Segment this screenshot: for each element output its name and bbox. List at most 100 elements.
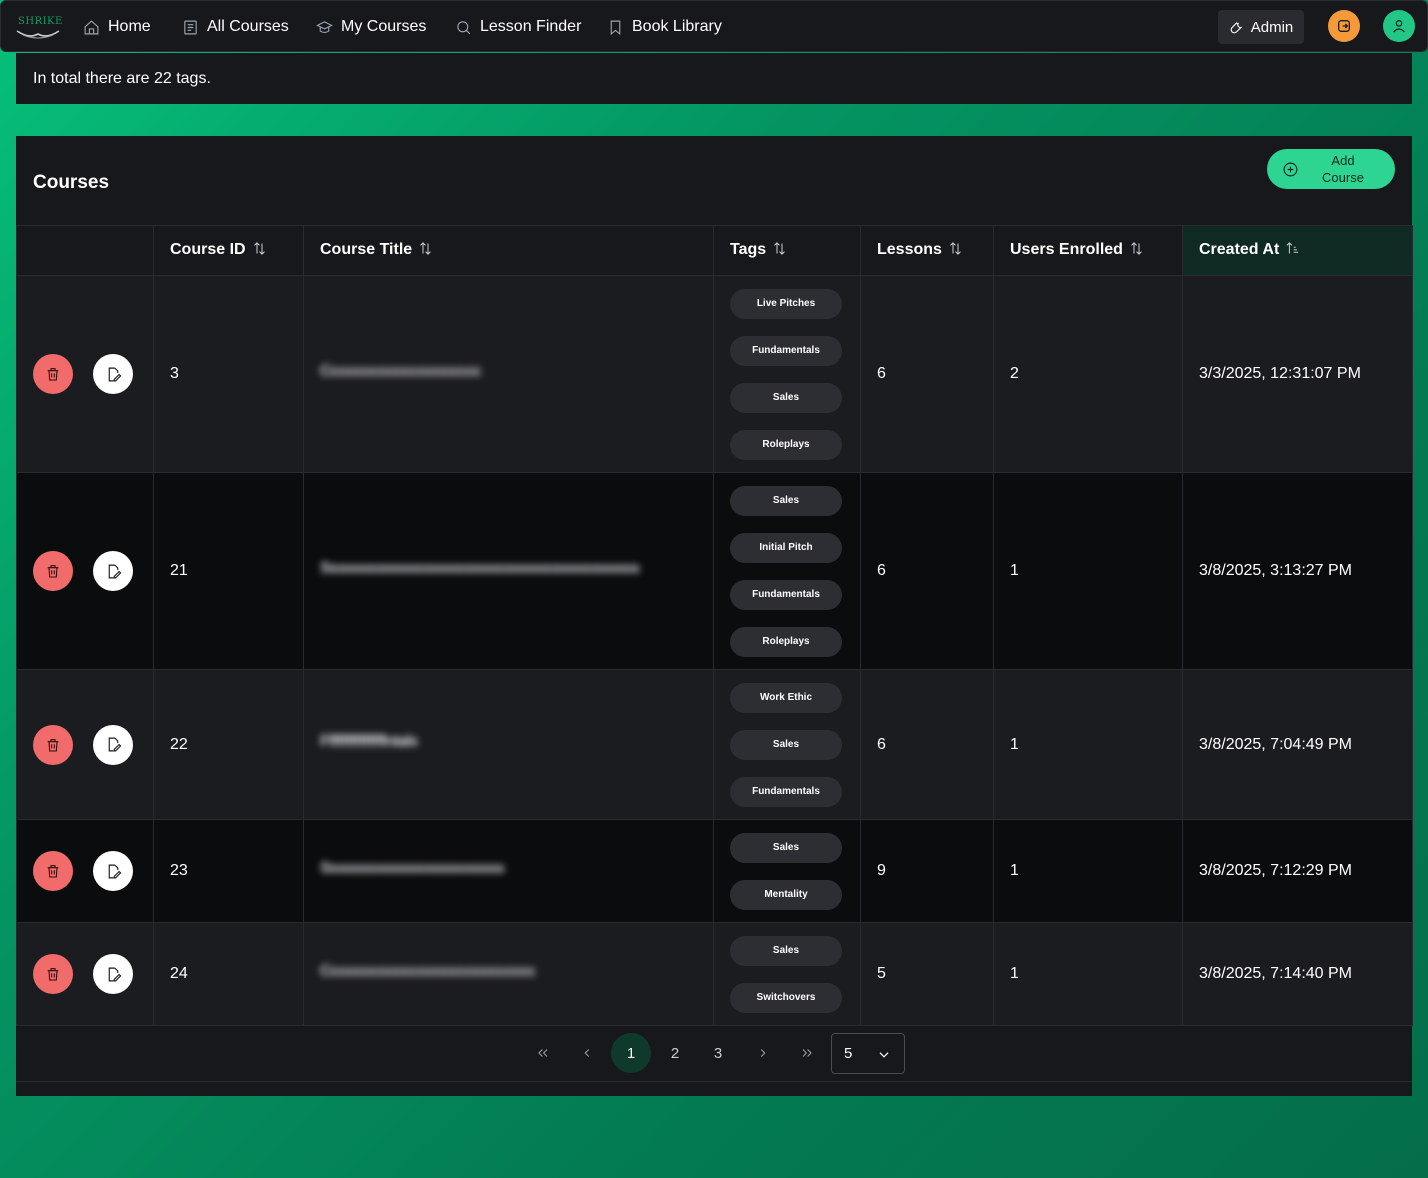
header-course-id[interactable]: Course ID bbox=[153, 225, 304, 276]
add-course-label: Add Course bbox=[1322, 153, 1364, 185]
delete-course-button[interactable] bbox=[33, 724, 73, 765]
logout-icon bbox=[1338, 20, 1350, 32]
course-title[interactable]: Ffffffffffffffntals bbox=[320, 733, 455, 751]
lessons-cell: 9 bbox=[860, 819, 994, 923]
edit-course-button[interactable] bbox=[93, 354, 133, 394]
tag-chip[interactable]: Live Pitches bbox=[730, 288, 842, 319]
course-title[interactable]: Ccccccccccccccccccccccccccccccood bbox=[320, 963, 535, 981]
trash-icon bbox=[47, 865, 59, 878]
course-title-cell: Ccccccccccccccccccccccccccccccood bbox=[303, 922, 714, 1026]
nav-book-library-label: Book Library bbox=[632, 18, 722, 35]
course-id-cell: 23 bbox=[153, 819, 304, 923]
edit-course-button[interactable] bbox=[93, 724, 133, 765]
course-title[interactable]: Ssssssssssssssssssssssssssssssssssssssss… bbox=[320, 560, 640, 578]
tag-chip[interactable]: Fundamentals bbox=[730, 776, 842, 807]
row-actions bbox=[16, 472, 154, 670]
header-course-title-label: Course Title bbox=[320, 240, 413, 258]
nav-my-courses-label: My Courses bbox=[341, 18, 427, 35]
bookmark-icon bbox=[610, 20, 621, 35]
graduation-cap-icon bbox=[316, 20, 333, 33]
tag-chip[interactable]: Sales bbox=[730, 729, 842, 760]
lessons-cell: 5 bbox=[860, 922, 994, 1026]
delete-course-button[interactable] bbox=[33, 851, 73, 891]
courses-card: Courses Add Course Course ID Course Titl… bbox=[16, 136, 1413, 1096]
delete-course-button[interactable] bbox=[33, 551, 73, 591]
nav-book-library[interactable]: Book Library bbox=[607, 1, 722, 53]
course-id-cell: 3 bbox=[153, 275, 304, 473]
edit-icon bbox=[108, 737, 121, 752]
sort-ascending-icon[interactable] bbox=[1285, 241, 1300, 261]
course-title[interactable]: Cccccccccccccccccccc bbox=[320, 363, 490, 381]
row-actions bbox=[16, 669, 154, 820]
sort-icon[interactable] bbox=[1129, 241, 1144, 261]
sort-icon[interactable] bbox=[772, 241, 787, 261]
profile-button[interactable] bbox=[1383, 10, 1415, 42]
page-button-1[interactable]: 1 bbox=[611, 1033, 651, 1073]
prev-page-button[interactable] bbox=[567, 1033, 607, 1073]
shrike-logo[interactable]: SHRIKE bbox=[15, 13, 63, 41]
tag-chip[interactable]: Mentality bbox=[730, 879, 842, 910]
page-button-3[interactable]: 3 bbox=[698, 1033, 738, 1073]
edit-course-button[interactable] bbox=[93, 551, 133, 591]
edit-course-button[interactable] bbox=[93, 954, 133, 994]
course-title-cell: Cccccccccccccccccccc bbox=[303, 275, 714, 473]
tag-chip[interactable]: Sales bbox=[730, 485, 842, 516]
nav-my-courses[interactable]: My Courses bbox=[316, 1, 426, 53]
created-at-cell: 3/8/2025, 3:13:27 PM bbox=[1182, 472, 1413, 670]
tag-chip[interactable]: Sales bbox=[730, 935, 842, 966]
delete-course-button[interactable] bbox=[33, 354, 73, 394]
tag-chip[interactable]: Work Ethic bbox=[730, 682, 842, 713]
tag-chip[interactable]: Switchovers bbox=[730, 982, 842, 1013]
tag-chip[interactable]: Roleplays bbox=[730, 626, 842, 657]
next-page-button[interactable] bbox=[743, 1033, 783, 1073]
add-course-button[interactable]: Add Course bbox=[1267, 149, 1395, 189]
table-row: 21 Ssssssssssssssssssssssssssssssssssssss… bbox=[16, 472, 1413, 670]
tag-chip[interactable]: Roleplays bbox=[730, 429, 842, 460]
course-id-cell: 22 bbox=[153, 669, 304, 820]
tag-chip[interactable]: Fundamentals bbox=[730, 579, 842, 610]
course-tags-cell: Work Ethic Sales Fundamentals bbox=[713, 669, 861, 820]
nav-home-label: Home bbox=[108, 18, 151, 35]
home-icon bbox=[84, 19, 99, 34]
tag-chip[interactable]: Sales bbox=[730, 382, 842, 413]
table-row: 3 Cccccccccccccccccccc Live Pitches Fundame… bbox=[16, 275, 1413, 473]
nav-home[interactable]: Home bbox=[83, 1, 151, 53]
sort-icon[interactable] bbox=[252, 241, 267, 261]
header-users-enrolled[interactable]: Users Enrolled bbox=[993, 225, 1183, 276]
edit-icon bbox=[108, 564, 121, 578]
header-created-at[interactable]: Created At bbox=[1182, 225, 1413, 276]
course-title-cell: Ssssssssssssssssssssssssach bbox=[303, 819, 714, 923]
edit-course-button[interactable] bbox=[93, 851, 133, 891]
tag-chip[interactable]: Sales bbox=[730, 832, 842, 863]
chevron-left-icon bbox=[584, 1049, 590, 1057]
created-at-cell: 3/3/2025, 12:31:07 PM bbox=[1182, 275, 1413, 473]
sort-icon[interactable] bbox=[418, 241, 433, 261]
header-actions bbox=[16, 225, 154, 276]
page-button-2[interactable]: 2 bbox=[655, 1033, 695, 1073]
header-lessons[interactable]: Lessons bbox=[860, 225, 994, 276]
pagination: 1 2 3 5 bbox=[16, 1024, 1412, 1082]
logout-button[interactable] bbox=[1328, 10, 1360, 42]
course-title-cell: Ffffffffffffffntals bbox=[303, 669, 714, 820]
users-enrolled-cell: 1 bbox=[993, 669, 1183, 820]
users-enrolled-cell: 2 bbox=[993, 275, 1183, 473]
header-tags[interactable]: Tags bbox=[713, 225, 861, 276]
header-course-id-label: Course ID bbox=[170, 240, 246, 258]
sort-icon[interactable] bbox=[948, 241, 963, 261]
admin-button[interactable]: Admin bbox=[1218, 10, 1304, 44]
nav-all-courses[interactable]: All Courses bbox=[182, 1, 289, 53]
rows-per-page-select[interactable]: 5 bbox=[831, 1033, 905, 1074]
header-created-at-label: Created At bbox=[1199, 240, 1280, 258]
first-page-button[interactable] bbox=[523, 1033, 563, 1073]
header-course-title[interactable]: Course Title bbox=[303, 225, 714, 276]
last-page-button[interactable] bbox=[787, 1033, 827, 1073]
tag-chip[interactable]: Initial Pitch bbox=[730, 532, 842, 563]
delete-course-button[interactable] bbox=[33, 954, 73, 994]
trash-icon bbox=[47, 565, 59, 578]
created-at-cell: 3/8/2025, 7:04:49 PM bbox=[1182, 669, 1413, 820]
users-enrolled-cell: 1 bbox=[993, 922, 1183, 1026]
top-navbar: SHRIKE Home All Courses My Courses Lesso… bbox=[0, 0, 1428, 52]
nav-lesson-finder[interactable]: Lesson Finder bbox=[455, 1, 581, 53]
course-title[interactable]: Ssssssssssssssssssssssssach bbox=[320, 860, 505, 878]
tag-chip[interactable]: Fundamentals bbox=[730, 335, 842, 366]
